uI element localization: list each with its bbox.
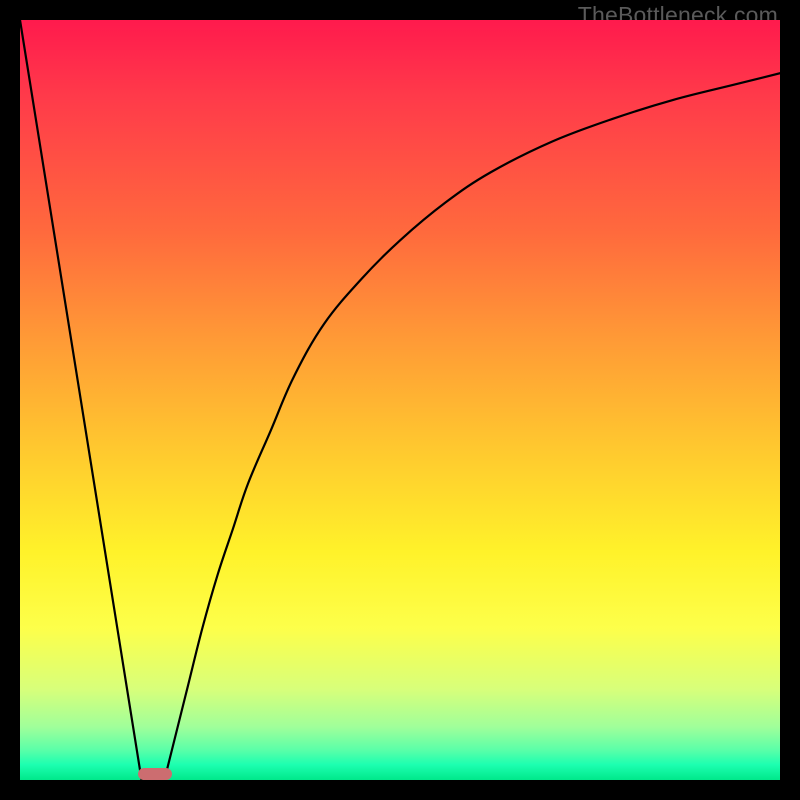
curve-right-segment [164,73,780,780]
optimal-marker [138,768,172,780]
plot-area [20,20,780,780]
curve-left-segment [20,20,142,780]
chart-container: TheBottleneck.com [0,0,800,800]
bottleneck-curve [20,20,780,780]
curve-layer [20,20,780,780]
